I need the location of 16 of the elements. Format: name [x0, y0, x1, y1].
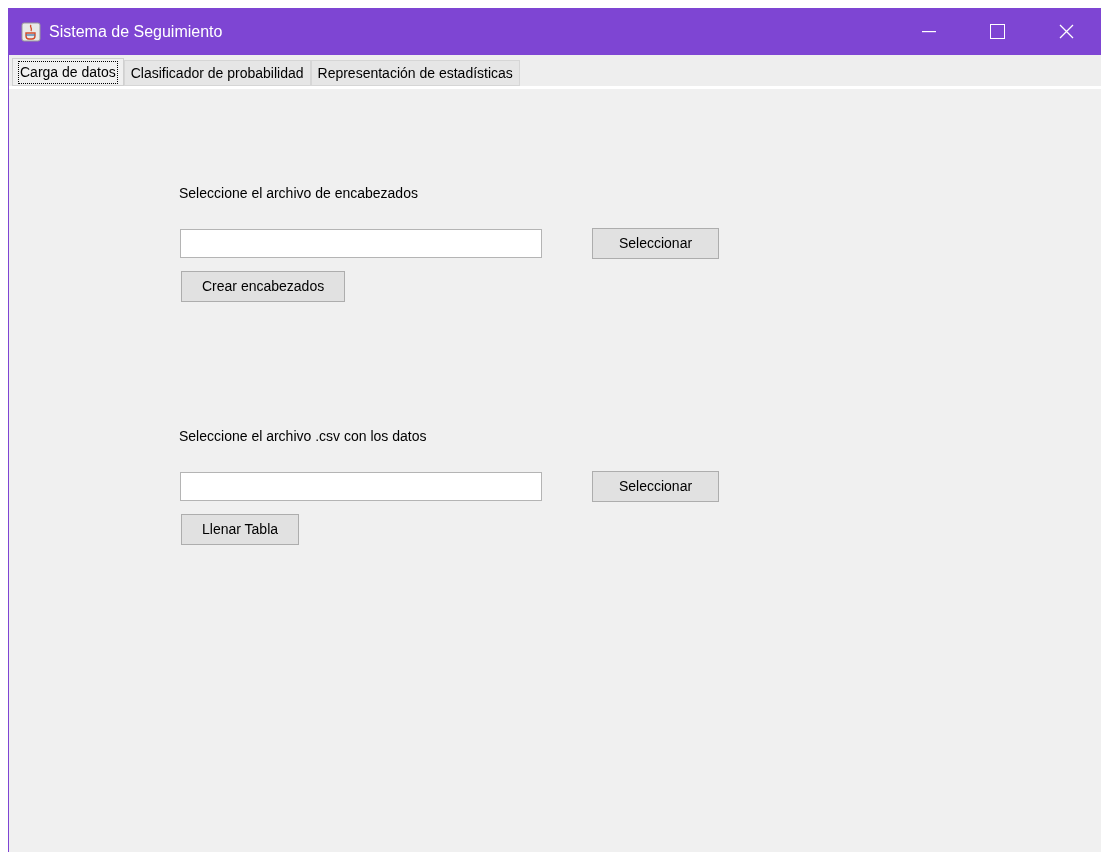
close-icon — [1059, 24, 1074, 39]
file-path-field[interactable] — [180, 229, 542, 258]
maximize-icon — [990, 24, 1005, 39]
file-path-field[interactable] — [180, 472, 542, 501]
minimize-icon — [921, 30, 936, 33]
field-label: Seleccione el archivo de encabezados — [179, 184, 419, 203]
tab[interactable]: Representación de estadísticas — [310, 60, 520, 86]
tab[interactable]: Clasificador de probabilidad — [123, 60, 311, 86]
action-button[interactable]: Crear encabezados — [181, 271, 346, 302]
tab[interactable]: Carga de datos — [12, 58, 124, 86]
coffee-cup-icon — [21, 21, 41, 42]
window-title: Sistema de Seguimiento — [49, 21, 223, 42]
select-button[interactable]: Seleccionar — [592, 471, 719, 502]
select-button[interactable]: Seleccionar — [592, 228, 719, 259]
field-label: Seleccione el archivo .csv con los datos — [179, 427, 428, 446]
action-button[interactable]: Llenar Tabla — [181, 514, 300, 545]
